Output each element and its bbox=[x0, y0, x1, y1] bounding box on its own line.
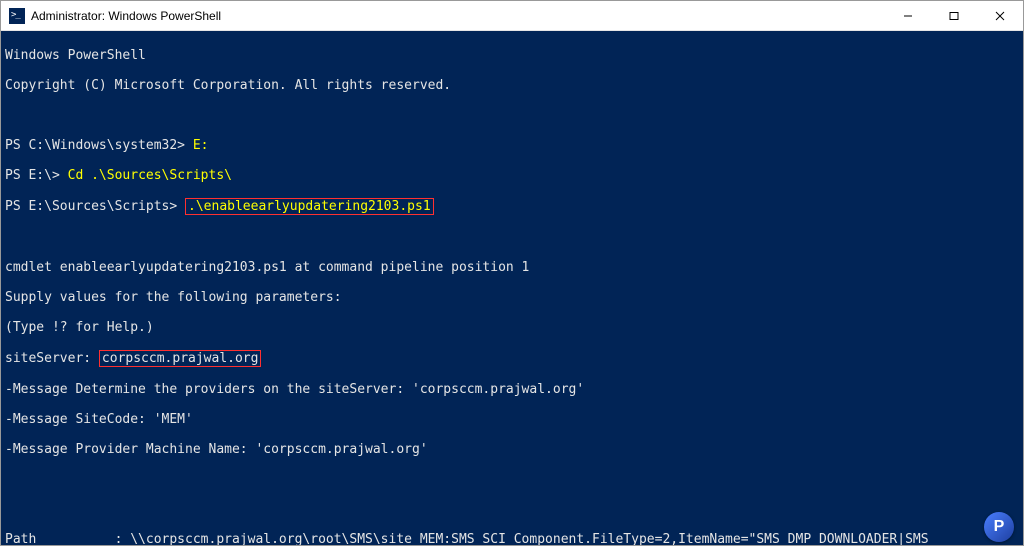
maximize-button[interactable] bbox=[931, 1, 977, 30]
close-button[interactable] bbox=[977, 1, 1023, 30]
powershell-window: Administrator: Windows PowerShell Window… bbox=[0, 0, 1024, 546]
minimize-button[interactable] bbox=[885, 1, 931, 30]
prompt-line: PS E:\> Cd .\Sources\Scripts\ bbox=[5, 168, 1019, 183]
powershell-icon bbox=[9, 8, 25, 24]
highlight-box: .\enableearlyupdatering2103.ps1 bbox=[185, 198, 434, 215]
console-output[interactable]: Windows PowerShell Copyright (C) Microso… bbox=[1, 31, 1023, 545]
watermark-badge: P bbox=[984, 512, 1014, 542]
watermark-letter: P bbox=[994, 518, 1005, 536]
header-line: Copyright (C) Microsoft Corporation. All… bbox=[5, 78, 1019, 93]
prompt-prefix: PS E:\Sources\Scripts> bbox=[5, 199, 185, 214]
window-controls bbox=[885, 1, 1023, 30]
prompt-line: PS E:\Sources\Scripts> .\enableearlyupda… bbox=[5, 198, 1019, 215]
command-text: E: bbox=[193, 138, 209, 153]
command-text: .\enableearlyupdatering2103.ps1 bbox=[188, 199, 431, 214]
output-line: -Message SiteCode: 'MEM' bbox=[5, 412, 1019, 427]
window-title: Administrator: Windows PowerShell bbox=[31, 9, 885, 23]
highlight-box: corpsccm.prajwal.org bbox=[99, 350, 262, 367]
output-line: cmdlet enableearlyupdatering2103.ps1 at … bbox=[5, 260, 1019, 275]
title-bar[interactable]: Administrator: Windows PowerShell bbox=[1, 1, 1023, 31]
command-text: Cd .\Sources\Scripts\ bbox=[68, 168, 232, 183]
prompt-prefix: PS E:\> bbox=[5, 168, 68, 183]
header-line: Windows PowerShell bbox=[5, 48, 1019, 63]
output-line: (Type !? for Help.) bbox=[5, 320, 1019, 335]
prompt-prefix: PS C:\Windows\system32> bbox=[5, 138, 193, 153]
param-value: corpsccm.prajwal.org bbox=[102, 351, 259, 366]
blank-line bbox=[5, 230, 1019, 245]
blank-line bbox=[5, 502, 1019, 517]
result-row: Path : \\corpsccm.prajwal.org\root\SMS\s… bbox=[5, 532, 1019, 545]
output-line: Supply values for the following paramete… bbox=[5, 290, 1019, 305]
prompt-line: PS C:\Windows\system32> E: bbox=[5, 138, 1019, 153]
blank-line bbox=[5, 108, 1019, 123]
output-line: -Message Provider Machine Name: 'corpscc… bbox=[5, 442, 1019, 457]
input-prompt-line: siteServer: corpsccm.prajwal.org bbox=[5, 350, 1019, 367]
output-line: -Message Determine the providers on the … bbox=[5, 382, 1019, 397]
param-label: siteServer: bbox=[5, 351, 99, 366]
blank-line bbox=[5, 472, 1019, 487]
